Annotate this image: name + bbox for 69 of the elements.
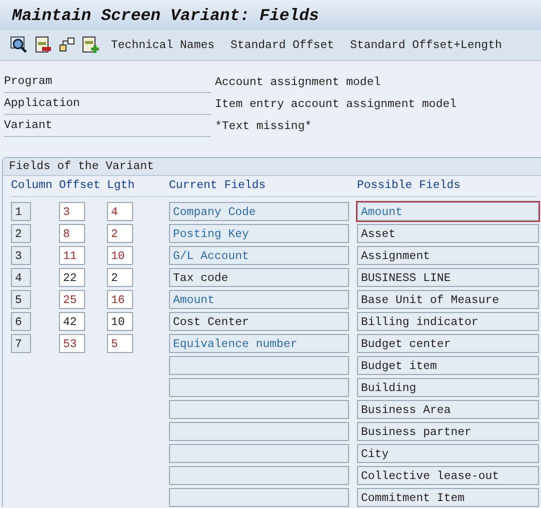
current-field[interactable]	[169, 466, 349, 485]
column-header: Offset	[59, 179, 100, 192]
offset-field[interactable]: 3	[59, 202, 85, 221]
column-field[interactable]: 6	[11, 312, 31, 331]
field-value: *Text missing*	[214, 120, 312, 132]
window-title: Maintain Screen Variant: Fields	[0, 0, 541, 30]
length-field[interactable]: 2	[107, 224, 133, 243]
current-field[interactable]	[169, 422, 349, 441]
possible-field[interactable]: City	[357, 444, 539, 463]
field-value: Account assignment model	[214, 76, 381, 88]
offset-field[interactable]: 53	[59, 334, 85, 353]
current-field[interactable]: Company Code	[169, 202, 349, 221]
add-row-icon[interactable]	[82, 36, 100, 54]
delete-row-icon[interactable]	[34, 36, 52, 54]
search-icon[interactable]	[10, 36, 28, 54]
current-field[interactable]	[169, 356, 349, 375]
current-field[interactable]: Posting Key	[169, 224, 349, 243]
column-header: Lgth	[107, 179, 135, 192]
field-label: Variant	[4, 115, 211, 137]
current-field[interactable]	[169, 400, 349, 419]
possible-field[interactable]: Business partner	[357, 422, 539, 441]
column-field[interactable]: 2	[11, 224, 31, 243]
possible-field[interactable]: Amount	[357, 202, 539, 221]
possible-field[interactable]: Base Unit of Measure	[357, 290, 539, 309]
length-field[interactable]: 16	[107, 290, 133, 309]
column-header: Current Fields	[169, 179, 266, 192]
hierarchy-icon[interactable]	[58, 36, 76, 54]
offset-field[interactable]: 22	[59, 268, 85, 287]
current-field[interactable]	[169, 378, 349, 397]
column-field[interactable]: 5	[11, 290, 31, 309]
current-field[interactable]: Equivalence number	[169, 334, 349, 353]
column-header: Possible Fields	[357, 179, 461, 192]
offset-field[interactable]: 8	[59, 224, 85, 243]
possible-field[interactable]: Billing indicator	[357, 312, 539, 331]
current-field[interactable]	[169, 444, 349, 463]
possible-field[interactable]: Business Area	[357, 400, 539, 419]
current-field[interactable]	[169, 488, 349, 507]
possible-field[interactable]: Commitment Item	[357, 488, 539, 507]
offset-field[interactable]: 11	[59, 246, 85, 265]
possible-field[interactable]: Budget center	[357, 334, 539, 353]
possible-field[interactable]: Budget item	[357, 356, 539, 375]
field-value: Item entry account assignment model	[214, 98, 457, 110]
toolbar-button[interactable]: Standard Offset	[226, 38, 340, 52]
column-field[interactable]: 7	[11, 334, 31, 353]
offset-field[interactable]: 25	[59, 290, 85, 309]
field-label: Program	[4, 71, 211, 93]
possible-field[interactable]: Assignment	[357, 246, 539, 265]
possible-field[interactable]: BUSINESS LINE	[357, 268, 539, 287]
possible-field[interactable]: Asset	[357, 224, 539, 243]
length-field[interactable]: 4	[107, 202, 133, 221]
possible-field[interactable]: Collective lease-out	[357, 466, 539, 485]
toolbar-button[interactable]: Technical Names	[106, 38, 220, 52]
column-field[interactable]: 1	[11, 202, 31, 221]
field-label: Application	[4, 93, 211, 115]
current-field[interactable]: Cost Center	[169, 312, 349, 331]
toolbar-button[interactable]: Standard Offset+Length	[345, 38, 507, 52]
column-field[interactable]: 4	[11, 268, 31, 287]
length-field[interactable]: 10	[107, 246, 133, 265]
current-field[interactable]: G/L Account	[169, 246, 349, 265]
possible-field[interactable]: Building	[357, 378, 539, 397]
column-header: Column	[11, 179, 52, 192]
current-field[interactable]: Amount	[169, 290, 349, 309]
length-field[interactable]: 5	[107, 334, 133, 353]
current-field[interactable]: Tax code	[169, 268, 349, 287]
group-title: Fields of the Variant	[3, 158, 541, 176]
length-field[interactable]: 10	[107, 312, 133, 331]
column-field[interactable]: 3	[11, 246, 31, 265]
length-field[interactable]: 2	[107, 268, 133, 287]
offset-field[interactable]: 42	[59, 312, 85, 331]
